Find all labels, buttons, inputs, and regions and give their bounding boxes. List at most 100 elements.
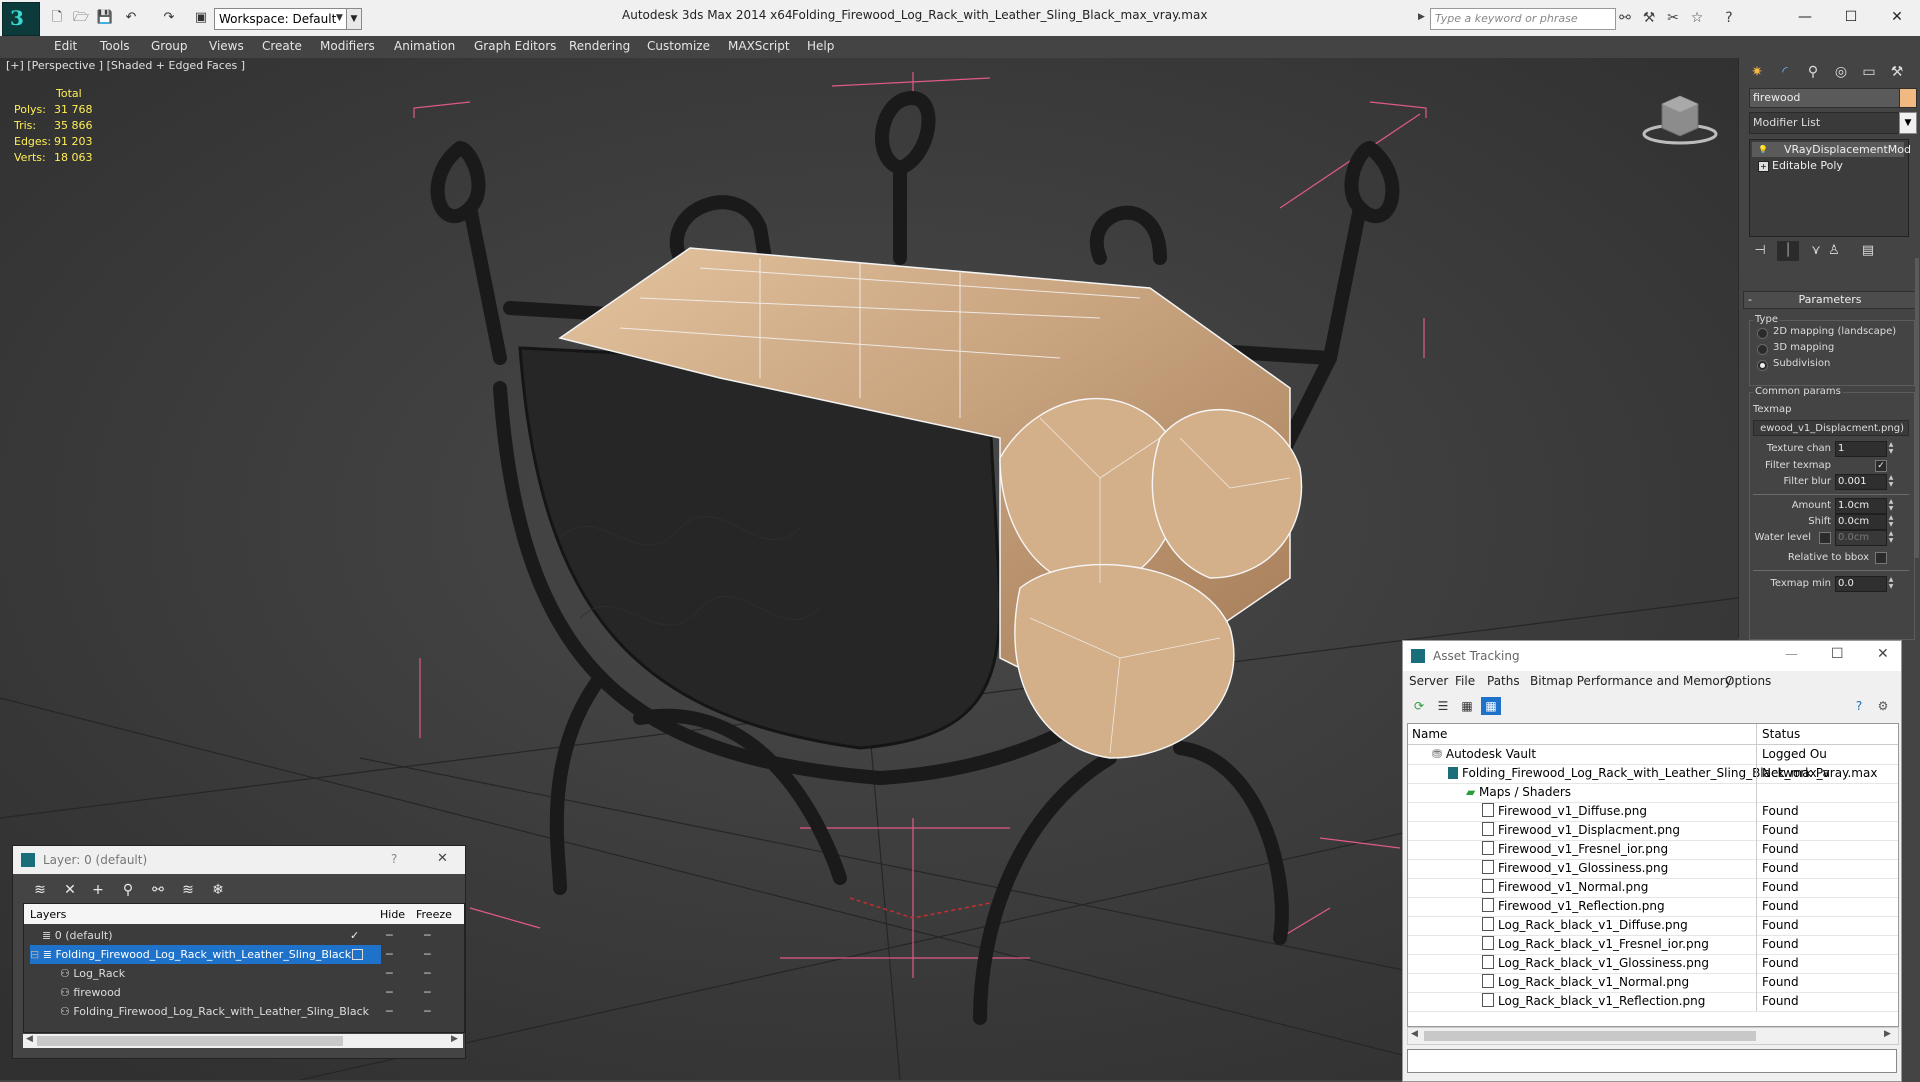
water-level-checkbox[interactable] <box>1819 532 1831 544</box>
menu-file[interactable]: File <box>1455 674 1475 688</box>
column-hide-header[interactable]: Hide <box>380 908 405 921</box>
menu-rendering[interactable]: Rendering <box>569 39 630 53</box>
spinner-icon[interactable]: ▲ ▼ <box>1887 514 1895 528</box>
scroll-left-icon[interactable]: ◀ <box>1411 1029 1418 1039</box>
table-view-icon[interactable]: ▦ <box>1481 697 1501 715</box>
delete-layer-icon[interactable]: ✕ <box>59 880 81 900</box>
subscription-icon[interactable]: ⚒ <box>1640 10 1658 26</box>
expand-icon[interactable]: ⊟ <box>30 948 43 961</box>
table-row[interactable]: Log_Rack_black_v1_Glossiness.png Found <box>1408 954 1898 974</box>
menu-edit[interactable]: Edit <box>54 39 77 53</box>
relative-bbox-checkbox[interactable] <box>1875 552 1887 564</box>
remove-modifier-icon[interactable]: ♙ <box>1823 241 1845 261</box>
parameters-rollout-header[interactable]: - Parameters <box>1743 291 1917 309</box>
menu-graph-editors[interactable]: Graph Editors <box>474 39 556 53</box>
layer-title-bar[interactable]: Layer: 0 (default) ? ✕ <box>13 846 465 874</box>
table-row[interactable]: ▰ Maps / Shaders <box>1408 783 1898 803</box>
spinner-icon[interactable]: ▲ ▼ <box>1887 498 1895 512</box>
spinner-icon[interactable]: ▲ ▼ <box>1887 474 1895 488</box>
scrollbar-thumb[interactable] <box>37 1036 343 1046</box>
help-button[interactable]: ? <box>391 852 397 866</box>
set-active-checkbox[interactable] <box>352 949 363 960</box>
spinner-icon[interactable]: ▲ ▼ <box>1887 576 1895 590</box>
save-icon[interactable]: 💾 <box>96 10 114 26</box>
close-button[interactable]: ✕ <box>1874 4 1920 30</box>
refresh-icon[interactable]: ⟳ <box>1409 697 1429 715</box>
project-folder-icon[interactable]: ▣ <box>192 10 210 26</box>
light-bulb-icon[interactable]: 💡 <box>1758 145 1768 154</box>
maximize-button[interactable]: ☐ <box>1831 646 1844 662</box>
scroll-right-icon[interactable]: ▶ <box>1884 1029 1891 1039</box>
column-freeze-header[interactable]: Freeze <box>416 908 452 921</box>
select-objects-icon[interactable]: ⚲ <box>117 880 139 900</box>
table-row[interactable]: Log_Rack_black_v1_Normal.png Found <box>1408 973 1898 993</box>
table-row[interactable]: Log_Rack_black_v1_Fresnel_ior.png Found <box>1408 935 1898 955</box>
menu-customize[interactable]: Customize <box>647 39 710 53</box>
spinner-icon[interactable]: ▲ ▼ <box>1887 441 1895 455</box>
table-row[interactable]: ⛃ Autodesk Vault Logged Ou <box>1408 745 1898 765</box>
table-row[interactable]: Log_Rack_black_v1_Diffuse.png Found <box>1408 916 1898 936</box>
display-tab-icon[interactable]: ▭ <box>1857 60 1881 84</box>
menu-maxscript[interactable]: MAXScript <box>728 39 790 53</box>
workspace-menu-button[interactable]: ▼ <box>346 8 362 30</box>
viewport-label[interactable]: [+] [Perspective ] [Shaded + Edged Faces… <box>6 59 245 72</box>
close-button[interactable]: ✕ <box>1877 646 1889 662</box>
freeze-all-icon[interactable]: ❄ <box>207 880 229 900</box>
table-row[interactable]: Firewood_v1_Reflection.png Found <box>1408 897 1898 917</box>
texture-chan-input[interactable]: 1 <box>1835 441 1887 457</box>
favorites-star-icon[interactable]: ☆ <box>1688 10 1706 26</box>
stack-item-vraydisplacement[interactable]: 💡 VRayDisplacementMod <box>1752 142 1911 157</box>
list-view-icon[interactable]: ☰ <box>1433 697 1453 715</box>
asset-path-field[interactable] <box>1407 1049 1897 1073</box>
create-tab-icon[interactable]: ✷ <box>1745 60 1769 84</box>
new-file-icon[interactable]: 🗋 <box>48 10 66 26</box>
table-row[interactable]: Log_Rack_black_v1_Reflection.png Found <box>1408 992 1898 1012</box>
minimize-button[interactable]: — <box>1782 4 1828 30</box>
shift-input[interactable]: 0.0cm <box>1835 514 1887 530</box>
chevron-down-icon[interactable]: ▼ <box>1899 112 1917 134</box>
expand-arrow-icon[interactable]: ▶ <box>1418 12 1425 22</box>
horizontal-scrollbar[interactable]: ◀ ▶ <box>1407 1027 1899 1045</box>
close-button[interactable]: ✕ <box>437 851 448 866</box>
table-row[interactable]: Folding_Firewood_Log_Rack_with_Leather_S… <box>1408 764 1898 784</box>
expand-plus-icon[interactable]: + <box>1758 161 1769 172</box>
column-name-header[interactable]: Name <box>1412 727 1447 741</box>
table-row[interactable]: Firewood_v1_Displacment.png Found <box>1408 821 1898 841</box>
open-file-icon[interactable]: 🗁 <box>72 10 90 26</box>
layer-row[interactable]: ⊟ ≣ Folding_Firewood_Log_Rack_with_Leath… <box>24 945 464 964</box>
redo-icon[interactable]: ↷ <box>160 10 178 26</box>
workspace-dropdown[interactable]: Workspace: Default <box>214 8 350 30</box>
object-name-field[interactable]: firewood <box>1749 88 1900 108</box>
menu-options[interactable]: Options <box>1725 674 1771 688</box>
column-status-header[interactable]: Status <box>1762 727 1800 741</box>
binoculars-icon[interactable]: ⚯ <box>1616 10 1634 26</box>
radio-2d-mapping[interactable] <box>1757 328 1768 339</box>
highlight-layer-icon[interactable]: ⚯ <box>147 880 169 900</box>
menu-views[interactable]: Views <box>209 39 244 53</box>
spinner-icon[interactable]: ▲ ▼ <box>1887 530 1895 544</box>
create-layer-icon[interactable]: ≋ <box>29 880 51 900</box>
menu-help[interactable]: Help <box>807 39 834 53</box>
modify-tab-icon[interactable]: ◜ <box>1773 60 1797 84</box>
table-row[interactable]: Firewood_v1_Glossiness.png Found <box>1408 859 1898 879</box>
utilities-tab-icon[interactable]: ⚒ <box>1885 60 1909 84</box>
hide-all-icon[interactable]: ≋ <box>177 880 199 900</box>
scrollbar-thumb[interactable] <box>1424 1031 1756 1041</box>
active-layer-check-icon[interactable]: ✓ <box>350 926 359 945</box>
scroll-left-icon[interactable]: ◀ <box>26 1034 33 1044</box>
menu-animation[interactable]: Animation <box>394 39 455 53</box>
layer-row[interactable]: ⚇ firewood ━ ━ <box>24 983 464 1002</box>
menu-server[interactable]: Server <box>1409 674 1448 688</box>
menu-tools[interactable]: Tools <box>100 39 130 53</box>
menu-bitmap-performance[interactable]: Bitmap Performance and Memory <box>1530 674 1732 688</box>
column-layers-header[interactable]: Layers <box>30 908 66 921</box>
radio-subdivision[interactable] <box>1757 360 1768 371</box>
communication-center-icon[interactable]: ✂ <box>1664 10 1682 26</box>
show-end-result-icon[interactable]: ⏐ <box>1777 241 1799 261</box>
menu-modifiers[interactable]: Modifiers <box>320 39 375 53</box>
help-icon[interactable]: ? <box>1720 10 1738 26</box>
undo-icon[interactable]: ↶ <box>122 10 140 26</box>
amount-input[interactable]: 1.0cm <box>1835 498 1887 514</box>
filter-texmap-checkbox[interactable]: ✓ <box>1875 460 1887 472</box>
stack-item-editable-poly[interactable]: + Editable Poly <box>1752 158 1904 173</box>
